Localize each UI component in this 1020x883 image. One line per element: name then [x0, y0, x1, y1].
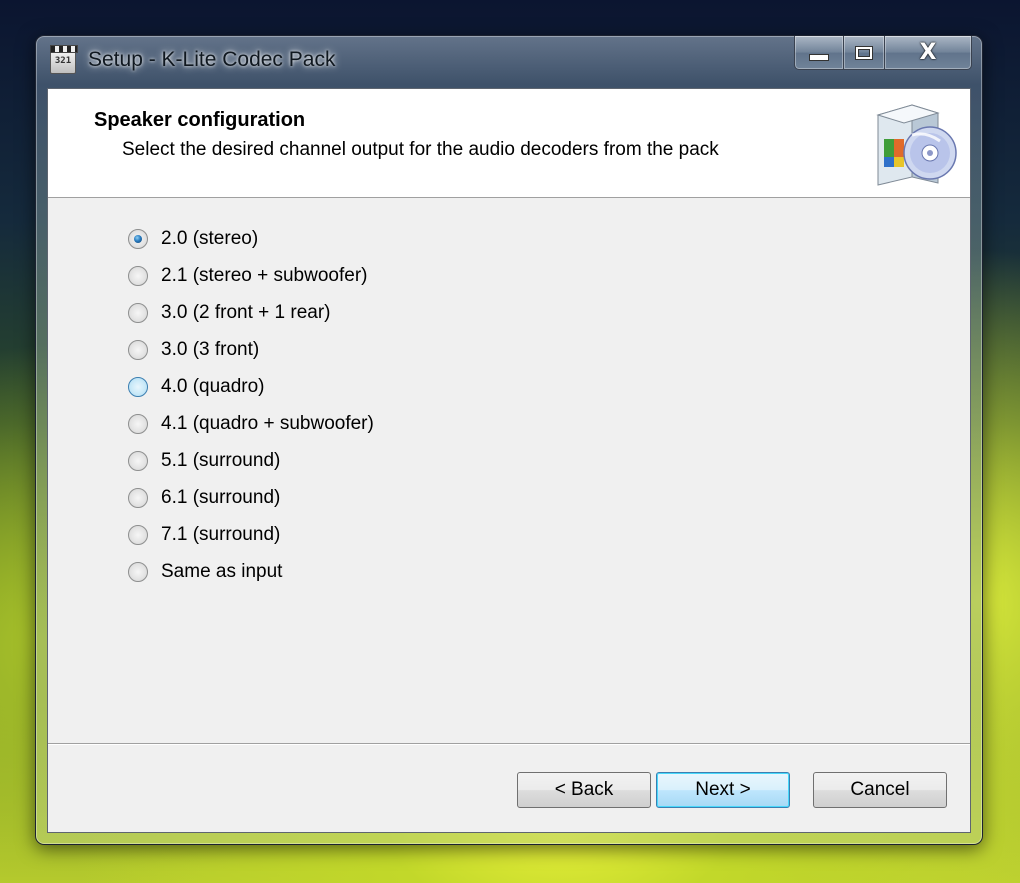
page-title: Speaker configuration: [94, 109, 306, 131]
radio-button[interactable]: [128, 340, 148, 360]
back-button[interactable]: < Back: [517, 772, 651, 808]
minimize-icon: [809, 54, 829, 61]
option-label: 2.1 (stereo + subwoofer): [161, 265, 368, 286]
radio-button[interactable]: [128, 488, 148, 508]
option-label: Same as input: [161, 561, 283, 582]
option-same-as-input[interactable]: Same as input: [128, 560, 282, 584]
radio-button[interactable]: [128, 303, 148, 323]
option-label: 3.0 (2 front + 1 rear): [161, 302, 331, 323]
option-5-1-surround[interactable]: 5.1 (surround): [128, 449, 280, 473]
radio-button[interactable]: [128, 451, 148, 471]
option-6-1-surround[interactable]: 6.1 (surround): [128, 486, 280, 510]
option-label: 3.0 (3 front): [161, 339, 260, 360]
radio-button[interactable]: [128, 525, 148, 545]
footer-separator: [48, 743, 970, 745]
option-4-1-quadro-subwoofer[interactable]: 4.1 (quadro + subwoofer): [128, 412, 374, 436]
radio-button[interactable]: [128, 266, 148, 286]
radio-button[interactable]: [128, 414, 148, 434]
option-3-0-2front-1rear[interactable]: 3.0 (2 front + 1 rear): [128, 301, 331, 325]
cancel-button[interactable]: Cancel: [813, 772, 947, 808]
minimize-button[interactable]: [794, 36, 844, 70]
option-label: 5.1 (surround): [161, 450, 281, 471]
wizard-body: Speaker configuration Select the desired…: [47, 88, 971, 833]
option-label: 2.0 (stereo): [161, 228, 259, 249]
option-label: 6.1 (surround): [161, 487, 281, 508]
maximize-button[interactable]: [844, 36, 885, 70]
option-2-0-stereo[interactable]: 2.0 (stereo): [128, 227, 258, 251]
software-box-cd-icon: [876, 104, 957, 186]
page-subtitle: Select the desired channel output for th…: [122, 139, 719, 160]
option-label: 4.0 (quadro): [161, 376, 265, 397]
wizard-header: Speaker configuration Select the desired…: [48, 89, 970, 198]
next-button[interactable]: Next >: [656, 772, 790, 808]
close-icon: X: [919, 40, 937, 65]
window-title: Setup - K-Lite Codec Pack: [88, 48, 336, 71]
title-bar[interactable]: 321 Setup - K-Lite Codec Pack X: [36, 36, 982, 88]
caption-buttons: X: [794, 36, 972, 70]
option-3-0-3front[interactable]: 3.0 (3 front): [128, 338, 259, 362]
setup-window: 321 Setup - K-Lite Codec Pack X Speaker …: [35, 35, 983, 845]
app-icon-label: 321: [54, 56, 72, 66]
radio-button[interactable]: [128, 562, 148, 582]
close-button[interactable]: X: [885, 36, 972, 70]
option-7-1-surround[interactable]: 7.1 (surround): [128, 523, 280, 547]
clapperboard-icon: 321: [50, 45, 78, 74]
radio-button[interactable]: [128, 229, 148, 249]
option-label: 7.1 (surround): [161, 524, 281, 545]
option-4-0-quadro[interactable]: 4.0 (quadro): [128, 375, 265, 399]
maximize-icon: [855, 45, 873, 60]
radio-button[interactable]: [128, 377, 148, 397]
option-2-1-stereo-subwoofer[interactable]: 2.1 (stereo + subwoofer): [128, 264, 367, 288]
option-label: 4.1 (quadro + subwoofer): [161, 413, 374, 434]
